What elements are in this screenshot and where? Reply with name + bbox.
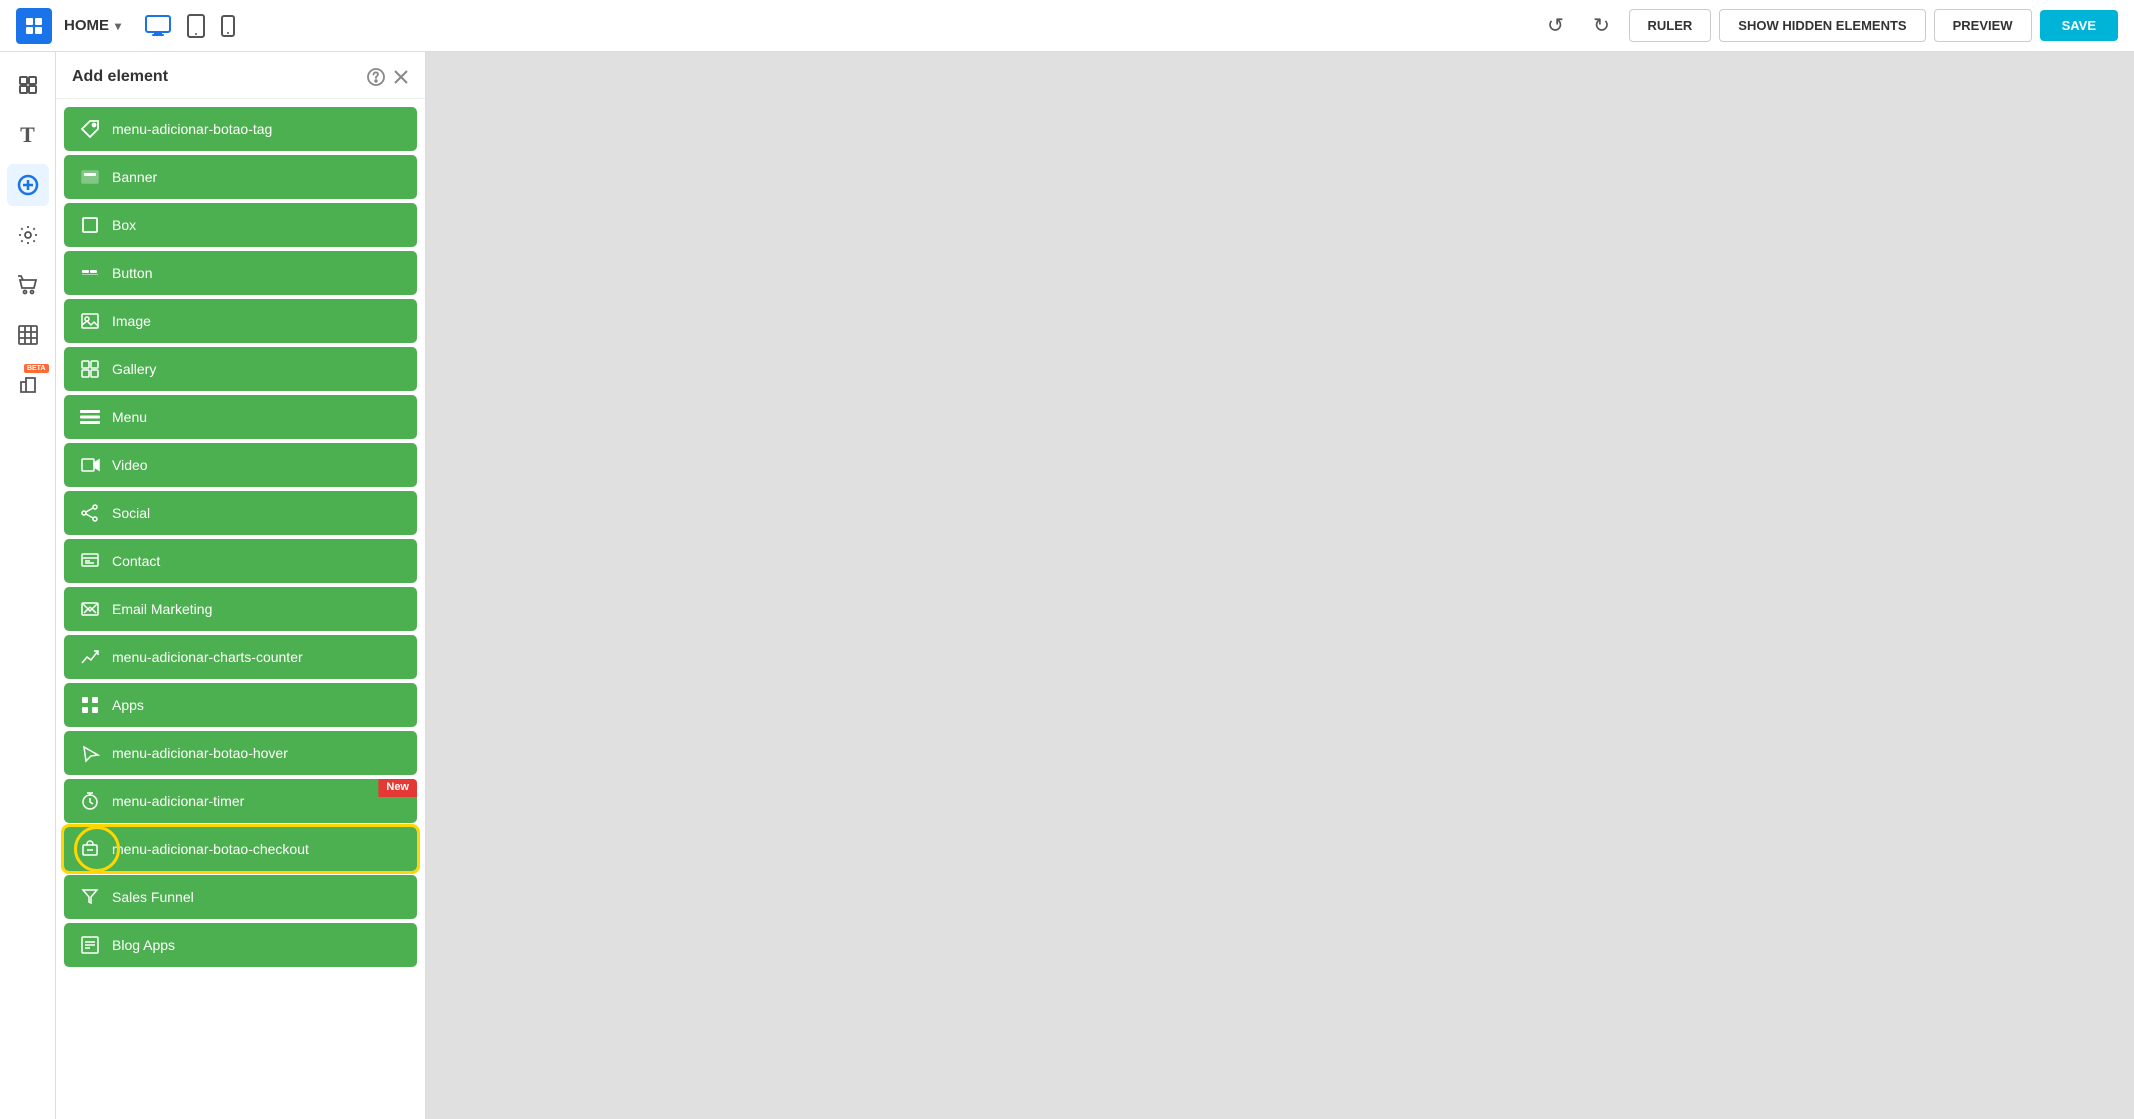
menu-label: Menu <box>112 409 147 425</box>
topbar-right: ↺ ↻ RULER SHOW HIDDEN ELEMENTS PREVIEW S… <box>1537 7 2118 45</box>
panel-header: Add element <box>56 52 425 99</box>
gallery-label: Gallery <box>112 361 156 377</box>
contact-label: Contact <box>112 553 160 569</box>
home-chevron: ▾ <box>115 19 121 33</box>
element-btn-menu[interactable]: Menu <box>64 395 417 439</box>
add-element-panel: Add element <box>56 52 426 1119</box>
menu-adicionar-timer-label: menu-adicionar-timer <box>112 793 244 809</box>
video-label: Video <box>112 457 148 473</box>
element-btn-menu-adicionar-botao-tag[interactable]: menu-adicionar-botao-tag <box>64 107 417 151</box>
beta-badge: BETA <box>24 364 49 373</box>
menu-icon <box>78 405 102 429</box>
tablet-device-btn[interactable] <box>187 14 205 38</box>
button-icon <box>78 261 102 285</box>
sidebar-item-beta-apps[interactable]: BETA <box>7 364 49 406</box>
gallery-icon <box>78 357 102 381</box>
element-btn-video[interactable]: Video <box>64 443 417 487</box>
main-layout: T <box>0 52 2134 1119</box>
element-btn-contact[interactable]: Contact <box>64 539 417 583</box>
sidebar-item-store[interactable] <box>7 264 49 306</box>
box-label: Box <box>112 217 136 233</box>
mobile-device-btn[interactable] <box>221 15 235 37</box>
element-btn-box[interactable]: Box <box>64 203 417 247</box>
save-button[interactable]: SAVE <box>2040 10 2118 41</box>
social-icon <box>78 501 102 525</box>
element-btn-menu-adicionar-timer[interactable]: menu-adicionar-timer New <box>64 779 417 823</box>
button-label: Button <box>112 265 152 281</box>
panel-close-button[interactable] <box>393 69 409 85</box>
preview-button[interactable]: PREVIEW <box>1934 9 2032 42</box>
panel-header-icons <box>367 68 409 86</box>
sidebar-item-settings[interactable] <box>7 214 49 256</box>
menu-adicionar-charts-counter-icon <box>78 645 102 669</box>
element-btn-menu-adicionar-charts-counter[interactable]: menu-adicionar-charts-counter <box>64 635 417 679</box>
sidebar-item-add-element[interactable] <box>7 164 49 206</box>
menu-adicionar-botao-tag-label: menu-adicionar-botao-tag <box>112 121 272 137</box>
undo-button[interactable]: ↺ <box>1537 7 1575 45</box>
home-dropdown[interactable]: HOME ▾ <box>64 17 121 34</box>
social-label: Social <box>112 505 150 521</box>
menu-adicionar-timer-icon <box>78 789 102 813</box>
image-icon <box>78 309 102 333</box>
menu-adicionar-botao-hover-icon <box>78 741 102 765</box>
element-btn-sales-funnel[interactable]: Sales Funnel <box>64 875 417 919</box>
desktop-device-btn[interactable] <box>145 15 171 37</box>
elements-list: menu-adicionar-botao-tag Banner Box Butt… <box>56 99 425 1119</box>
video-icon <box>78 453 102 477</box>
new-badge: New <box>378 779 417 797</box>
sales-funnel-label: Sales Funnel <box>112 889 194 905</box>
element-btn-menu-adicionar-botao-hover[interactable]: menu-adicionar-botao-hover <box>64 731 417 775</box>
blog-apps-label: Blog Apps <box>112 937 175 953</box>
menu-adicionar-botao-checkout-label: menu-adicionar-botao-checkout <box>112 841 309 857</box>
element-btn-gallery[interactable]: Gallery <box>64 347 417 391</box>
element-btn-apps[interactable]: Apps <box>64 683 417 727</box>
email-marketing-icon <box>78 597 102 621</box>
element-btn-social[interactable]: Social <box>64 491 417 535</box>
text-icon: T <box>20 122 35 148</box>
banner-label: Banner <box>112 169 157 185</box>
banner-icon <box>78 165 102 189</box>
apps-label: Apps <box>112 697 144 713</box>
blog-apps-icon <box>78 933 102 957</box>
menu-adicionar-botao-hover-label: menu-adicionar-botao-hover <box>112 745 288 761</box>
canvas-area <box>426 52 2134 1119</box>
element-btn-menu-adicionar-botao-checkout[interactable]: menu-adicionar-botao-checkout <box>64 827 417 871</box>
topbar: HOME ▾ ↺ ↻ RULER SHOW HIDDEN ELEM <box>0 0 2134 52</box>
element-btn-blog-apps[interactable]: Blog Apps <box>64 923 417 967</box>
show-hidden-button[interactable]: SHOW HIDDEN ELEMENTS <box>1719 9 1925 42</box>
menu-adicionar-botao-tag-icon <box>78 117 102 141</box>
sidebar-item-layers[interactable] <box>7 64 49 106</box>
home-label: HOME <box>64 17 109 34</box>
element-btn-image[interactable]: Image <box>64 299 417 343</box>
redo-button[interactable]: ↻ <box>1583 7 1621 45</box>
panel-help-button[interactable] <box>367 68 385 86</box>
sidebar-item-grid[interactable] <box>7 314 49 356</box>
menu-adicionar-charts-counter-label: menu-adicionar-charts-counter <box>112 649 303 665</box>
email-marketing-label: Email Marketing <box>112 601 212 617</box>
contact-icon <box>78 549 102 573</box>
element-btn-banner[interactable]: Banner <box>64 155 417 199</box>
apps-icon <box>78 693 102 717</box>
menu-adicionar-botao-checkout-icon <box>78 837 102 861</box>
ruler-button[interactable]: RULER <box>1629 9 1712 42</box>
box-icon <box>78 213 102 237</box>
app-logo <box>16 8 52 44</box>
sidebar-icons: T <box>0 52 56 1119</box>
device-switcher <box>145 14 235 38</box>
image-label: Image <box>112 313 151 329</box>
element-btn-email-marketing[interactable]: Email Marketing <box>64 587 417 631</box>
sidebar-item-text[interactable]: T <box>7 114 49 156</box>
element-btn-button[interactable]: Button <box>64 251 417 295</box>
sales-funnel-icon <box>78 885 102 909</box>
panel-title: Add element <box>72 68 168 86</box>
